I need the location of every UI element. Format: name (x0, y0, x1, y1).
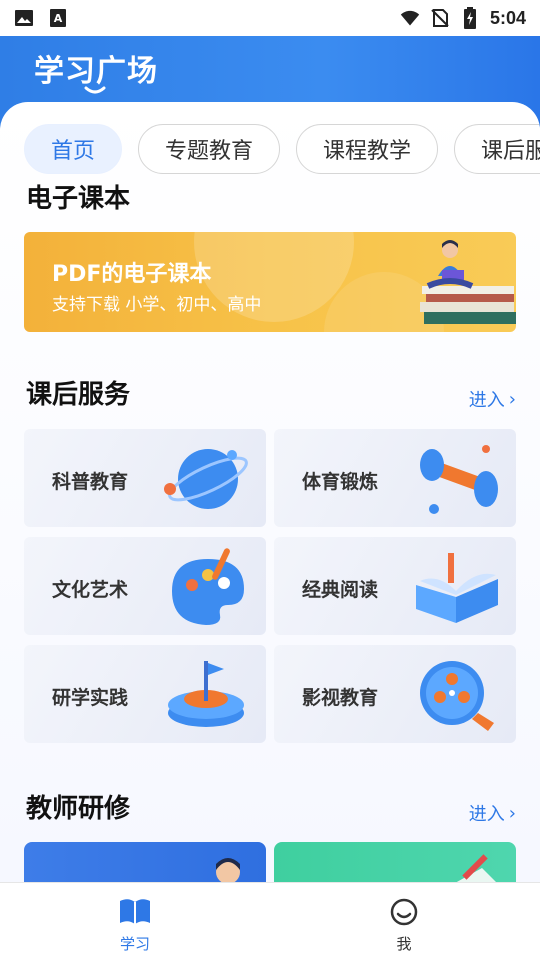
flag-platform-icon (168, 661, 244, 727)
ebook-banner-subtitle: 支持下载 小学、初中、高中 (52, 295, 262, 315)
service-card-arts[interactable]: 文化艺术 (24, 537, 266, 635)
smile-face-icon (390, 898, 418, 926)
nav-item-me[interactable]: 我 (364, 897, 444, 954)
teacher-enter-link[interactable]: 进入 › (469, 800, 516, 826)
page-title: 学习广场 (34, 54, 158, 89)
tab-after-school[interactable]: 课后服务 (454, 124, 540, 174)
ebook-section-title: 电子课本 (26, 184, 131, 214)
chevron-right-icon: › (508, 388, 516, 410)
smile-underline-icon (84, 86, 106, 94)
clock: 5:04 (489, 7, 526, 28)
status-bar: A 5:04 (0, 0, 540, 36)
wifi-icon (400, 8, 420, 28)
ebook-banner-title: PDF的电子课本 (52, 262, 212, 287)
tab-home[interactable]: 首页 (24, 124, 123, 174)
tab-special-education[interactable]: 专题教育 (138, 124, 281, 174)
after-school-enter-link[interactable]: 进入 › (469, 386, 516, 412)
tab-course-teaching[interactable]: 课程教学 (296, 124, 439, 174)
book-icon (416, 553, 498, 623)
category-tabs: 首页 专题教育 课程教学 课后服务 (24, 124, 540, 174)
svg-text:A: A (54, 12, 63, 25)
dumbbell-icon (420, 445, 498, 514)
teacher-card-1[interactable] (24, 842, 266, 882)
palette-icon (172, 548, 244, 625)
no-sim-icon (430, 8, 450, 28)
service-card-study-practice[interactable]: 研学实践 (24, 645, 266, 743)
book-open-icon (120, 899, 150, 924)
image-icon (14, 8, 34, 28)
service-card-sports[interactable]: 体育锻炼 (274, 429, 516, 527)
text-icon: A (48, 8, 68, 28)
teacher-section-title: 教师研修 (26, 794, 131, 824)
film-reel-icon (420, 661, 494, 731)
after-school-section-title: 课后服务 (26, 380, 131, 410)
reading-student-illustration (420, 240, 516, 324)
ebook-banner[interactable]: PDF的电子课本 支持下载 小学、初中、高中 (24, 232, 516, 332)
service-card-science[interactable]: 科普教育 (24, 429, 266, 527)
service-card-reading[interactable]: 经典阅读 (274, 537, 516, 635)
bottom-navigation: 学习 我 (0, 882, 540, 960)
main-content: 首页 专题教育 课程教学 课后服务 电子课本 PDF的电子课本 支持下载 小学、… (0, 102, 540, 882)
service-card-film-education[interactable]: 影视教育 (274, 645, 516, 743)
teacher-illustration (216, 858, 240, 882)
battery-charging-icon (460, 7, 480, 29)
nav-item-study[interactable]: 学习 (95, 897, 175, 954)
pencil-notebook-illustration (456, 854, 496, 882)
chevron-right-icon: › (508, 802, 516, 824)
teacher-card-2[interactable] (274, 842, 516, 882)
planet-icon (164, 449, 248, 509)
